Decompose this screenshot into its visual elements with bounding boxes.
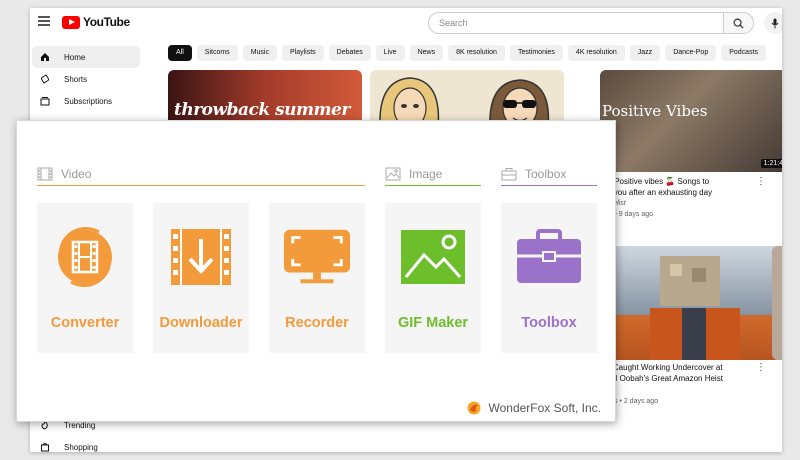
sidebar-item-shopping[interactable]: Shopping — [32, 436, 140, 452]
download-icon — [167, 227, 235, 287]
wonderfox-panel: Video Image Toolbox Converter Downloader… — [16, 120, 616, 422]
search-icon — [733, 18, 744, 29]
chip[interactable]: Playlists — [281, 45, 324, 61]
section-label: Image — [409, 167, 443, 181]
tool-label: Toolbox — [521, 315, 577, 331]
sidebar-item-home[interactable]: Home — [32, 46, 140, 68]
video-title: list] Positive vibes 🍒 Songs to — [600, 177, 710, 186]
subscriptions-icon — [40, 96, 50, 106]
more-options-icon[interactable]: ⋮ — [756, 176, 766, 187]
toolbox-section-divider — [501, 185, 597, 186]
video-meta[interactable]: ing Caught Working Undercover at zon I O… — [600, 362, 778, 407]
youtube-topbar: YouTube Search — [30, 8, 782, 38]
filter-chips: All Sitcoms Music Playlists Debates Live… — [168, 45, 767, 61]
gif-maker-button[interactable]: GIF Maker — [385, 203, 481, 353]
sidebar-item-label: Home — [64, 52, 86, 62]
channel-name: l Playlist — [600, 198, 778, 209]
toolbox-outline-icon — [501, 168, 517, 181]
tool-label: Downloader — [159, 315, 243, 331]
shorts-icon — [40, 74, 50, 84]
converter-button[interactable]: Converter — [37, 203, 133, 353]
tool-label: Recorder — [285, 315, 349, 331]
wonderfox-logo-icon — [467, 401, 480, 415]
thumbnail-text: throwback summer — [174, 100, 350, 120]
youtube-logo-text: YouTube — [83, 15, 130, 29]
section-label: Video — [61, 167, 92, 181]
section-header-image: Image — [385, 163, 442, 185]
home-icon — [40, 52, 50, 62]
section-header-video: Video — [37, 163, 91, 185]
youtube-play-icon — [62, 15, 80, 29]
chip[interactable]: Debates — [328, 45, 371, 61]
image-icon — [385, 167, 401, 181]
video-section-divider — [37, 185, 365, 186]
video-thumbnail[interactable] — [600, 246, 782, 360]
hamburger-menu-icon[interactable] — [38, 16, 50, 26]
film-converter-icon — [51, 227, 119, 287]
chip[interactable]: All — [168, 45, 192, 61]
pixelated-person-image — [650, 256, 740, 360]
search-button[interactable] — [724, 12, 754, 34]
toolbox-icon — [515, 227, 583, 287]
youtube-sidebar: Home Shorts Subscriptions — [30, 46, 142, 112]
chip[interactable]: Dance-Pop — [665, 45, 717, 61]
voice-search-button[interactable] — [764, 12, 782, 34]
microphone-icon — [771, 18, 779, 28]
video-thumbnail-partial[interactable] — [772, 246, 782, 360]
sidebar-item-shorts[interactable]: Shorts — [32, 68, 140, 90]
chip[interactable]: Jazz — [629, 45, 661, 61]
chip[interactable]: News — [409, 45, 444, 61]
video-duration: 1:21:49 — [760, 159, 782, 168]
more-options-icon[interactable]: ⋮ — [756, 362, 766, 373]
chip[interactable]: Podcasts — [721, 45, 767, 61]
sidebar-item-label: Shopping — [64, 442, 98, 452]
sidebar-item-subscriptions[interactable]: Subscriptions — [32, 90, 140, 112]
chip[interactable]: Music — [242, 45, 277, 61]
toolbox-button[interactable]: Toolbox — [501, 203, 597, 353]
recorder-button[interactable]: Recorder — [269, 203, 365, 353]
video-meta[interactable]: list] Positive vibes 🍒 Songs to fort you… — [600, 176, 778, 220]
video-stats: ews • 9 days ago — [600, 211, 654, 218]
chip[interactable]: 8K resolution — [448, 45, 505, 61]
thumbnail-text: Positive Vibes — [602, 102, 708, 120]
video-thumbnail[interactable]: Positive Vibes 1:21:49 — [600, 70, 782, 172]
image-mountain-icon — [399, 227, 467, 287]
company-name: WonderFox Soft, Inc. — [488, 401, 602, 415]
section-header-toolbox: Toolbox — [501, 163, 566, 185]
shopping-icon — [40, 442, 50, 452]
downloader-button[interactable]: Downloader — [153, 203, 249, 353]
youtube-logo[interactable]: YouTube — [62, 15, 130, 29]
sidebar-item-label: Subscriptions — [64, 96, 113, 106]
video-title-line2: zon I Oobah's Great Amazon Heist — [600, 374, 723, 383]
video-title-line2: fort you after an exhausting day — [600, 188, 713, 197]
chip[interactable]: Live — [375, 45, 405, 61]
tool-label: GIF Maker — [397, 315, 469, 331]
image-section-divider — [385, 185, 481, 186]
section-label: Toolbox — [525, 167, 567, 181]
chip[interactable]: Sitcoms — [196, 45, 238, 61]
sidebar-item-label: Shorts — [64, 74, 88, 84]
chip[interactable]: 4K resolution — [567, 45, 625, 61]
wonderfox-footer: WonderFox Soft, Inc. — [467, 401, 602, 415]
search-input[interactable]: Search — [428, 12, 724, 34]
screen-record-icon — [283, 227, 351, 287]
video-title: ing Caught Working Undercover at — [600, 363, 723, 372]
tool-label: Converter — [50, 315, 120, 331]
video-stats: views • 2 days ago — [600, 398, 659, 405]
chip[interactable]: Testimonies — [509, 45, 563, 61]
film-icon — [37, 167, 53, 181]
